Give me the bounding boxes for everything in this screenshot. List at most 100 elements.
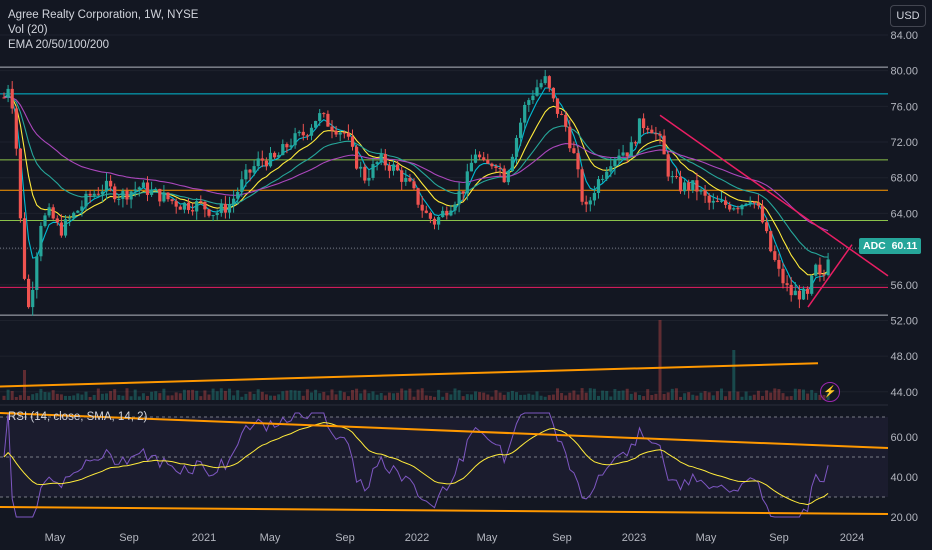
price-tick-label: 52.00 bbox=[890, 315, 918, 327]
volume-bar bbox=[601, 390, 605, 400]
volume-bar bbox=[469, 394, 473, 400]
volume-bar bbox=[260, 391, 264, 400]
candle-body bbox=[502, 168, 506, 183]
candle-body bbox=[117, 198, 121, 200]
candle-body bbox=[670, 176, 674, 178]
chart-canvas[interactable]: 84.00 80.00 76.00 72.00 68.00 64.00 60.00 56.00… bbox=[0, 0, 932, 550]
candle-body bbox=[535, 87, 539, 96]
volume-bar bbox=[330, 389, 334, 400]
time-tick-label: 2023 bbox=[622, 532, 646, 544]
candle-body bbox=[396, 164, 400, 171]
volume-bar bbox=[76, 393, 80, 400]
candle-body bbox=[437, 217, 441, 225]
ticker-symbol: ADC bbox=[863, 240, 886, 252]
volume-bar bbox=[375, 394, 379, 400]
price-axis[interactable]: 84.00 80.00 76.00 72.00 68.00 64.00 60.00 56.00… bbox=[890, 30, 918, 524]
volume-bar bbox=[625, 388, 629, 400]
candle-body bbox=[633, 142, 637, 144]
time-tick-label: 2021 bbox=[192, 532, 216, 544]
volume-bar bbox=[486, 394, 490, 400]
candle-body bbox=[806, 288, 810, 294]
candle-body bbox=[330, 126, 334, 131]
volume-bar bbox=[133, 389, 137, 400]
volume-bar bbox=[346, 396, 350, 400]
volume-bar bbox=[207, 394, 211, 400]
volume-bar bbox=[72, 395, 76, 400]
time-tick-label: May bbox=[477, 532, 498, 544]
volume-bar bbox=[437, 389, 441, 400]
chart-title[interactable]: Agree Realty Corporation, 1W, NYSE bbox=[8, 9, 198, 21]
candle-body bbox=[109, 180, 113, 187]
candle-body bbox=[560, 113, 564, 115]
candle-body bbox=[650, 129, 654, 134]
candle-body bbox=[387, 165, 391, 171]
volume-bar bbox=[240, 396, 244, 400]
volume-bar bbox=[326, 395, 330, 400]
volume-legend[interactable]: Vol (20) bbox=[8, 24, 48, 36]
volume-bar bbox=[650, 394, 654, 400]
candle-body bbox=[789, 284, 793, 296]
candle-body bbox=[629, 142, 633, 157]
candle-body bbox=[674, 176, 678, 178]
candle-body bbox=[14, 108, 18, 149]
volume-bar bbox=[633, 392, 637, 400]
volume-bar bbox=[732, 350, 736, 400]
lightning-icon[interactable]: ⚡ bbox=[820, 382, 840, 402]
volume-bar bbox=[10, 390, 14, 400]
volume-bar bbox=[740, 396, 744, 400]
volume-bar bbox=[100, 393, 104, 400]
candle-body bbox=[281, 144, 285, 156]
volume-bar bbox=[556, 388, 559, 400]
rising-trend-line bbox=[807, 244, 853, 308]
volume-bar bbox=[806, 393, 810, 400]
ticker-price: 60.11 bbox=[891, 240, 918, 252]
volume-bar bbox=[687, 392, 691, 400]
time-tick-label: May bbox=[45, 532, 66, 544]
candle-body bbox=[793, 290, 797, 296]
candle-body bbox=[826, 259, 830, 275]
candle-body bbox=[326, 113, 330, 127]
candle-body bbox=[514, 137, 519, 157]
volume-bar bbox=[31, 394, 35, 400]
candle-body bbox=[818, 264, 822, 275]
volume-bar bbox=[793, 388, 797, 400]
volume-bar bbox=[277, 394, 281, 400]
candle-body bbox=[203, 201, 207, 210]
volume-bar bbox=[412, 396, 416, 400]
rsi-legend[interactable]: RSI (14, close, SMA, 14, 2) bbox=[8, 411, 147, 423]
candle-body bbox=[113, 186, 117, 200]
candle-body bbox=[637, 118, 642, 144]
candle-body bbox=[687, 182, 691, 191]
ema-legend[interactable]: EMA 20/50/100/200 bbox=[8, 39, 109, 51]
volume-bar bbox=[457, 390, 461, 400]
candle-body bbox=[469, 162, 473, 172]
price-tick-label: 56.00 bbox=[890, 280, 918, 292]
candle-body bbox=[191, 210, 195, 212]
volume-bar bbox=[170, 395, 174, 400]
volume-bar bbox=[387, 392, 391, 400]
candle-body bbox=[141, 182, 145, 188]
volume-bar bbox=[420, 388, 424, 400]
volume-bar bbox=[683, 393, 687, 400]
candle-body bbox=[92, 193, 96, 196]
volume-bar bbox=[351, 389, 354, 400]
candle-body bbox=[219, 203, 223, 213]
volume-bar bbox=[305, 389, 309, 400]
volume-bar bbox=[244, 393, 248, 400]
volume-bar bbox=[256, 389, 260, 400]
candle-body bbox=[236, 191, 240, 199]
candle-body bbox=[166, 192, 170, 200]
candle-body bbox=[96, 193, 100, 195]
currency-button[interactable]: USD bbox=[890, 5, 926, 27]
candle-body bbox=[432, 218, 437, 225]
volume-bar bbox=[236, 390, 240, 400]
volume-bar bbox=[506, 392, 510, 400]
volume-bar bbox=[322, 391, 326, 400]
volume-bar bbox=[564, 395, 568, 400]
volume-bar bbox=[338, 390, 342, 400]
horizontal-levels bbox=[0, 66, 888, 316]
time-axis[interactable]: May Sep 2021 May Sep 2022 May Sep 2023 May Sep 2024 bbox=[45, 532, 865, 544]
price-tick-label: 80.00 bbox=[890, 66, 918, 78]
volume-bars bbox=[2, 320, 830, 400]
volume-bar bbox=[424, 395, 428, 400]
